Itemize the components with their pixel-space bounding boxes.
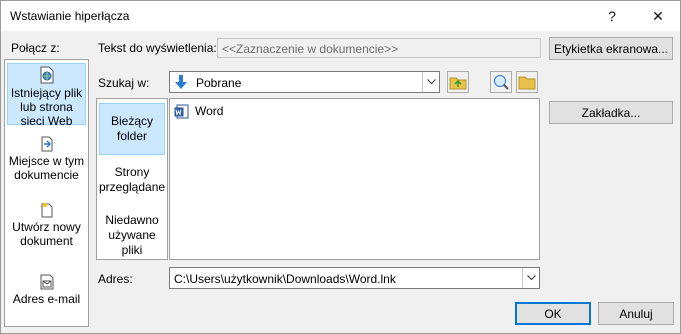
- link-to-existing-file-label: Istniejący plik lub strona sieci Web: [10, 86, 83, 128]
- link-to-place-label: Miejsce w tym dokumencie: [8, 154, 85, 182]
- link-to-label: Połącz z:: [11, 41, 60, 55]
- link-to-existing-file[interactable]: Istniejący plik lub strona sieci Web: [7, 63, 86, 128]
- new-document-icon: [41, 202, 52, 218]
- globe-file-icon: [40, 66, 53, 84]
- link-to-create-label: Utwórz nowy dokument: [12, 220, 81, 248]
- subnav-recent-files[interactable]: Niedawno używane pliki: [99, 213, 165, 257]
- title-bar: Wstawianie hiperłącza ? ✕: [1, 1, 680, 31]
- address-field[interactable]: C:\Users\użytkownik\Downloads\Word.lnk: [169, 267, 540, 289]
- look-in-value: Pobrane: [196, 76, 242, 90]
- list-item[interactable]: Word: [174, 103, 223, 119]
- bookmark-button[interactable]: Zakładka...: [549, 101, 673, 124]
- up-folder-button[interactable]: [447, 71, 469, 93]
- address-label: Adres:: [98, 272, 133, 286]
- display-text-value: <<Zaznaczenie w dokumencie>>: [222, 42, 399, 56]
- chevron-down-icon[interactable]: [422, 72, 439, 92]
- browse-web-button[interactable]: [490, 71, 512, 93]
- browse-web-icon: [494, 75, 509, 90]
- chevron-down-icon[interactable]: [522, 268, 539, 288]
- help-button[interactable]: ?: [590, 1, 634, 31]
- address-value: C:\Users\użytkownik\Downloads\Word.lnk: [174, 272, 396, 286]
- cancel-button[interactable]: Anuluj: [598, 302, 674, 325]
- link-to-place-in-document[interactable]: Miejsce w tym dokumencie: [7, 136, 86, 182]
- document-arrow-icon: [41, 136, 52, 152]
- help-icon: ?: [608, 8, 616, 24]
- word-shortcut-icon: [174, 104, 189, 118]
- look-in-label: Szukaj w:: [98, 76, 150, 90]
- link-to-create-new[interactable]: Utwórz nowy dokument: [7, 202, 86, 248]
- subnav-current-folder[interactable]: Bieżący folder: [99, 103, 165, 155]
- display-text-field[interactable]: <<Zaznaczenie w dokumencie>>: [217, 38, 541, 58]
- link-to-bar: Istniejący plik lub strona sieci Web Mie…: [4, 59, 89, 327]
- up-folder-icon: [449, 77, 467, 90]
- screentip-button[interactable]: Etykietka ekranowa...: [549, 37, 673, 60]
- dialog-title: Wstawianie hiperłącza: [10, 9, 130, 23]
- download-arrow-icon: [175, 75, 187, 89]
- folder-icon: [518, 76, 536, 90]
- browse-subnav: Bieżący folder Strony przeglądane Niedaw…: [96, 98, 168, 260]
- subnav-browsed-pages[interactable]: Strony przeglądane: [99, 165, 165, 197]
- browse-file-button[interactable]: [516, 71, 538, 93]
- link-to-email[interactable]: Adres e-mail: [7, 274, 86, 308]
- link-to-email-label: Adres e-mail: [12, 292, 81, 306]
- email-icon: [40, 274, 53, 290]
- hyperlink-dialog: Wstawianie hiperłącza ? ✕ Połącz z: Istn…: [0, 0, 681, 334]
- file-name: Word: [195, 104, 224, 118]
- ok-button[interactable]: OK: [515, 302, 591, 325]
- look-in-dropdown[interactable]: Pobrane: [169, 71, 440, 93]
- close-button[interactable]: ✕: [636, 1, 680, 31]
- file-list[interactable]: Word: [169, 98, 540, 260]
- close-icon: ✕: [652, 7, 664, 24]
- display-text-label: Tekst do wyświetlenia:: [98, 41, 217, 55]
